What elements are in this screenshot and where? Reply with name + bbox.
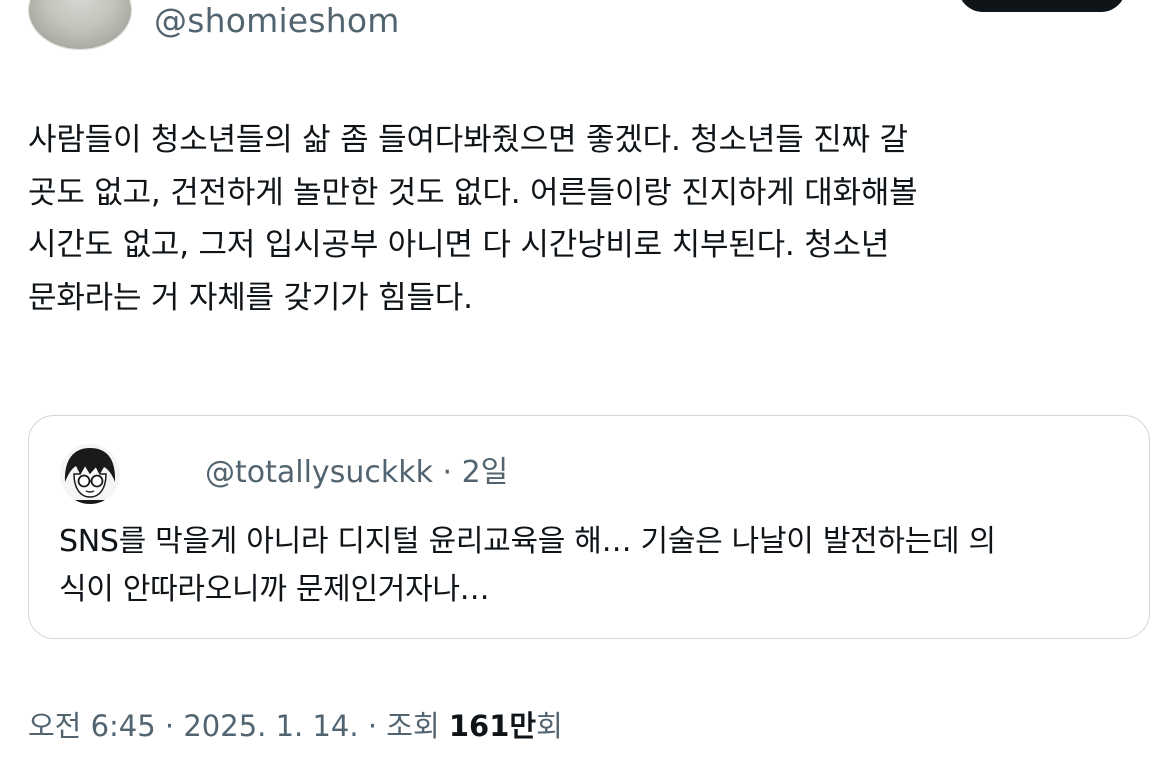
- tweet-text-line: 사람들이 청소년들의 삶 좀 들여다봐줬으면 좋겠다. 청소년들 진짜 갈: [28, 122, 908, 158]
- meta-separator: ·: [367, 709, 378, 743]
- tweet-meta: 오전 6:45 · 2025. 1. 14. · 조회 161만회: [28, 706, 563, 746]
- quoted-author-handle[interactable]: @totallysuckkk: [205, 455, 433, 490]
- quoted-text-line: SNS를 막을게 아니라 디지털 윤리교육을 해… 기술은 나날이 발전하는데 …: [59, 524, 996, 559]
- tweet-text: 사람들이 청소년들의 삶 좀 들여다봐줬으면 좋겠다. 청소년들 진짜 갈 곳도…: [28, 114, 1148, 324]
- author-handle[interactable]: @shomieshom: [154, 0, 400, 42]
- quoted-tweet-header: @totallysuckkk · 2일: [205, 454, 508, 492]
- tweet-text-line: 문화라는 거 자체를 갖기가 힘들다.: [28, 279, 473, 316]
- tweet-text-line: 시간도 없고, 그저 입시공부 아니면 다 시간낭비로 치부된다. 청소년: [28, 227, 890, 263]
- quoted-tweet-text: SNS를 막을게 아니라 디지털 윤리교육을 해… 기술은 나날이 발전하는데 …: [59, 518, 1129, 614]
- quoted-text-line: 식이 안따라오니까 문제인거자나…: [59, 572, 490, 607]
- meta-separator: ·: [164, 709, 175, 743]
- tweet-time[interactable]: 오전 6:45: [28, 709, 156, 743]
- quoted-author-avatar[interactable]: [60, 444, 120, 504]
- views-count: 161만: [448, 709, 537, 743]
- views-suffix: 회: [536, 709, 563, 743]
- author-avatar[interactable]: [28, 0, 132, 50]
- tweet-text-line: 곳도 없고, 건전하게 놀만한 것도 없다. 어른들이랑 진지하게 대화해볼: [28, 174, 918, 211]
- quoted-tweet-time[interactable]: 2일: [462, 455, 509, 490]
- cartoon-avatar-icon: [60, 444, 120, 504]
- views-label: 조회: [386, 709, 440, 743]
- follow-button[interactable]: [958, 0, 1126, 12]
- tweet-date[interactable]: 2025. 1. 14.: [183, 709, 358, 743]
- tweet-detail: @shomieshom 사람들이 청소년들의 삶 좀 들여다봐줬으면 좋겠다. …: [0, 0, 1166, 760]
- quoted-tweet-card[interactable]: @totallysuckkk · 2일 SNS를 막을게 아니라 디지털 윤리교…: [28, 415, 1150, 639]
- header-separator: ·: [442, 455, 453, 490]
